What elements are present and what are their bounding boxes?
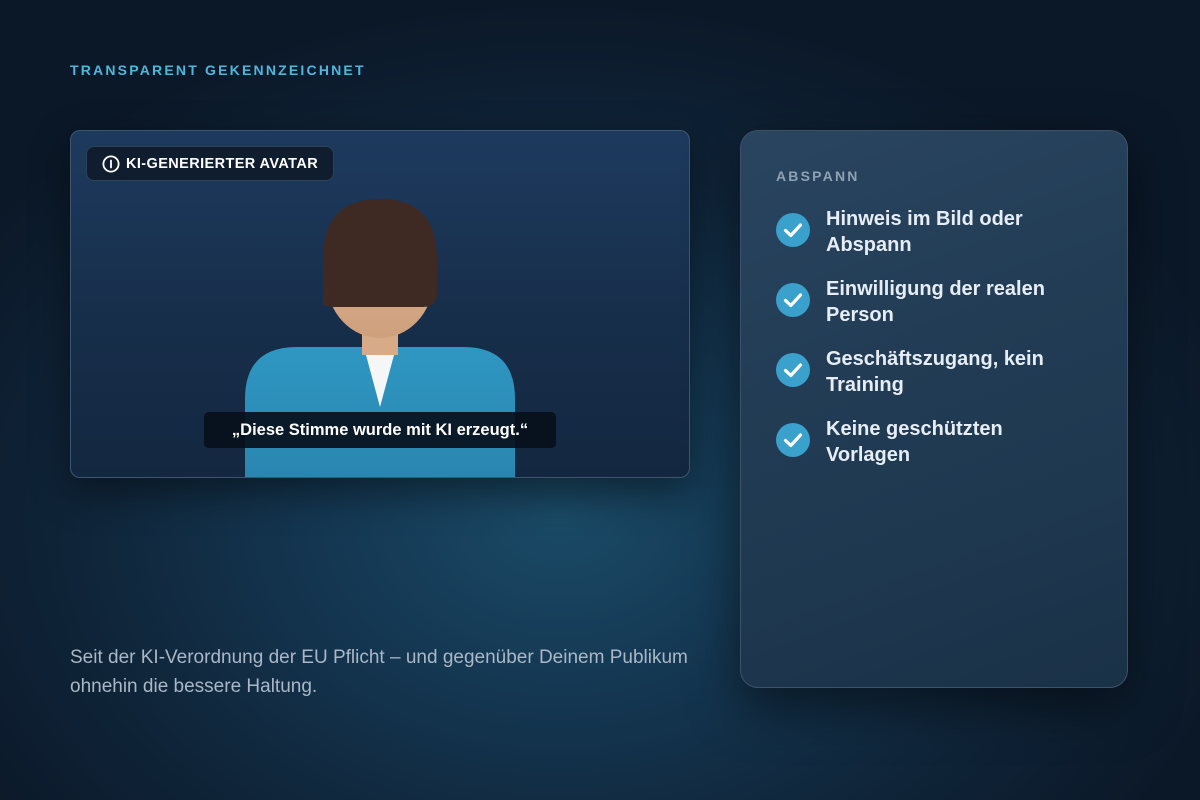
checklist-item-label: Keine geschützten Vorlagen: [826, 418, 1003, 466]
check-icon: [776, 213, 810, 247]
check-icon: [776, 283, 810, 317]
check-icon: [776, 353, 810, 387]
ai-avatar-badge: KI-GENERIERTER AVATAR: [86, 146, 335, 181]
credits-panel: ABSPANN Hinweis im Bild oder Abspann Ein…: [740, 130, 1128, 688]
subtitle-caption: „Diese Stimme wurde mit KI erzeugt.“: [204, 412, 556, 448]
check-icon: [776, 423, 810, 457]
avatar-hair: [323, 199, 437, 307]
checklist-item: Keine geschützten Vorlagen: [776, 416, 1086, 486]
eyebrow-label: TRANSPARENT GEKENNZEICHNET: [70, 62, 366, 78]
checklist: Hinweis im Bild oder Abspann Einwilligun…: [776, 206, 1086, 486]
badge-label: KI-GENERIERTER AVATAR: [126, 155, 319, 172]
panel-title: ABSPANN: [776, 168, 860, 184]
checklist-item: Einwilligung der realen Person: [776, 276, 1086, 346]
checklist-item-label: Einwilligung der realen Person: [826, 278, 1045, 326]
checklist-item: Geschäftszugang, kein Training: [776, 346, 1086, 416]
checklist-item: Hinweis im Bild oder Abspann: [776, 206, 1086, 276]
description-text: Seit der KI-Verordnung der EU Pflicht – …: [70, 647, 688, 697]
checklist-item-label: Geschäftszugang, kein Training: [826, 348, 1044, 396]
info-icon: [102, 155, 120, 172]
checklist-item-label: Hinweis im Bild oder Abspann: [826, 208, 1023, 256]
avatar-video-frame[interactable]: KI-GENERIERTER AVATAR „Diese Stimme wurd…: [70, 130, 690, 478]
